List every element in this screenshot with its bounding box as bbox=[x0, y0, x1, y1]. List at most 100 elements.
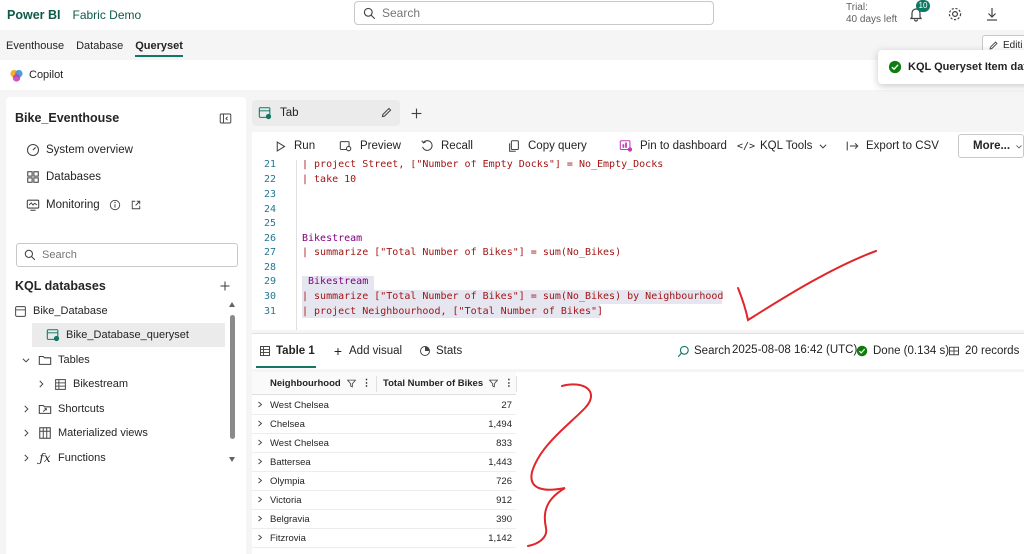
table-row[interactable]: Fitzrovia 1,142 bbox=[252, 529, 516, 548]
kql-tools-label: KQL Tools bbox=[760, 140, 813, 152]
recall-button[interactable]: Recall bbox=[419, 134, 473, 158]
plus-icon[interactable] bbox=[219, 280, 231, 292]
more-vertical-icon[interactable]: ⋮ bbox=[504, 378, 514, 389]
code-line: 31 | project Neighbourhood, ["Total Numbe… bbox=[263, 306, 604, 317]
chevron-right-icon[interactable] bbox=[21, 453, 31, 463]
chevron-right-icon[interactable] bbox=[256, 438, 264, 447]
copy-query-button[interactable]: Copy query bbox=[506, 134, 587, 158]
results-tab-label: Table 1 bbox=[276, 345, 315, 357]
sidebar-item-monitoring[interactable]: Monitoring bbox=[26, 198, 142, 212]
global-search-input[interactable] bbox=[382, 6, 682, 20]
table-icon bbox=[54, 378, 66, 390]
copilot-icon[interactable] bbox=[9, 68, 24, 83]
recall-label: Recall bbox=[441, 140, 473, 152]
tree-item-functions[interactable]: ƒx Functions bbox=[20, 447, 106, 469]
chevron-right-icon[interactable] bbox=[256, 533, 264, 542]
sidebar-search-input[interactable] bbox=[42, 249, 222, 261]
more-button[interactable]: More... bbox=[958, 134, 1024, 158]
play-icon bbox=[276, 140, 286, 152]
table-row[interactable]: Victoria 912 bbox=[252, 491, 516, 510]
trial-status[interactable]: Trial: 40 days left bbox=[846, 2, 897, 26]
chevron-right-icon[interactable] bbox=[256, 457, 264, 466]
preview-button[interactable]: Preview bbox=[338, 134, 401, 158]
column-header-label: Neighbourhood bbox=[270, 378, 341, 389]
nav-tab-queryset[interactable]: Queryset bbox=[135, 36, 183, 57]
editor-gutter-divider bbox=[296, 160, 297, 330]
filter-icon[interactable] bbox=[489, 379, 499, 388]
query-tab[interactable]: Tab bbox=[252, 100, 400, 126]
table-row[interactable]: Olympia 726 bbox=[252, 472, 516, 491]
workspace-name[interactable]: Fabric Demo bbox=[73, 8, 142, 22]
nav-tab-database[interactable]: Database bbox=[76, 36, 123, 56]
info-icon[interactable] bbox=[109, 199, 121, 211]
scroll-up-icon[interactable] bbox=[228, 301, 236, 309]
column-divider[interactable] bbox=[516, 376, 517, 392]
table-row[interactable]: Battersea 1,443 bbox=[252, 453, 516, 472]
code-line: 22 | take 10 bbox=[263, 174, 357, 185]
chevron-right-icon[interactable] bbox=[256, 495, 264, 504]
column-divider[interactable] bbox=[376, 376, 377, 392]
chevron-right-icon[interactable] bbox=[256, 419, 264, 428]
query-editor[interactable]: 21 | project Street, ["Number of Empty Do… bbox=[252, 160, 1024, 330]
copilot-label[interactable]: Copilot bbox=[29, 69, 63, 81]
add-visual-button[interactable]: + Add visual bbox=[331, 343, 402, 359]
cell-total-bikes: 1,494 bbox=[488, 419, 512, 430]
chevron-right-icon[interactable] bbox=[21, 428, 31, 438]
sidebar-item-databases[interactable]: Databases bbox=[26, 170, 101, 184]
tree-item-tables[interactable]: Tables bbox=[20, 349, 90, 371]
column-header-total-bikes[interactable]: Total Number of Bikes ⋮ bbox=[383, 378, 514, 389]
cell-neighbourhood: Belgravia bbox=[270, 514, 310, 525]
pencil-icon bbox=[989, 40, 998, 50]
table-row[interactable]: West Chelsea 27 bbox=[252, 396, 516, 415]
tree-item-database[interactable]: Bike_Database bbox=[13, 300, 108, 322]
chevron-right-icon[interactable] bbox=[36, 379, 46, 389]
results-bar: Table 1 + Add visual Stats Search 2025-0… bbox=[252, 333, 1024, 369]
settings-button[interactable] bbox=[945, 4, 965, 24]
tree-item-shortcuts[interactable]: Shortcuts bbox=[20, 398, 104, 420]
table-row[interactable]: West Chelsea 833 bbox=[252, 434, 516, 453]
chevron-right-icon[interactable] bbox=[256, 400, 264, 409]
timestamp-text: 2025-08-08 16:42 (UTC) bbox=[732, 344, 858, 356]
plus-icon: + bbox=[333, 343, 343, 359]
nav-tab-eventhouse[interactable]: Eventhouse bbox=[6, 36, 64, 56]
pin-to-dashboard-button[interactable]: Pin to dashboard bbox=[618, 134, 727, 158]
run-button[interactable]: Run bbox=[272, 134, 315, 158]
more-vertical-icon[interactable]: ⋮ bbox=[362, 378, 372, 389]
chevron-right-icon[interactable] bbox=[256, 476, 264, 485]
collapse-panel-icon[interactable] bbox=[219, 112, 232, 125]
column-header-neighbourhood[interactable]: Neighbourhood ⋮ bbox=[270, 378, 371, 389]
results-tab-stats[interactable]: Stats bbox=[418, 344, 462, 358]
results-grid: Neighbourhood ⋮ Total Number of Bikes ⋮ … bbox=[252, 372, 1024, 554]
app-brand[interactable]: Power BI bbox=[7, 8, 61, 22]
scroll-down-icon[interactable] bbox=[228, 455, 236, 463]
sidebar-scroll-thumb[interactable] bbox=[230, 315, 235, 439]
results-tab-table-1[interactable]: Table 1 bbox=[258, 344, 315, 358]
chevron-right-icon[interactable] bbox=[21, 404, 31, 414]
sidebar-item-system-overview[interactable]: System overview bbox=[26, 143, 133, 157]
run-label: Run bbox=[294, 140, 316, 152]
queryset-icon bbox=[258, 107, 272, 120]
table-row[interactable]: Belgravia 390 bbox=[252, 510, 516, 529]
tree-item-bikestream[interactable]: Bikestream bbox=[35, 373, 128, 395]
grid-header: Neighbourhood ⋮ Total Number of Bikes ⋮ bbox=[252, 372, 516, 395]
export-csv-button[interactable]: Export to CSV bbox=[844, 134, 939, 158]
sidebar-search[interactable] bbox=[16, 243, 238, 267]
global-search[interactable] bbox=[354, 1, 714, 25]
table-row[interactable]: Chelsea 1,494 bbox=[252, 415, 516, 434]
copy-icon bbox=[509, 140, 519, 152]
explorer-sidebar: Bike_Eventhouse System overview Database… bbox=[6, 97, 246, 554]
notification-count-badge: 10 bbox=[916, 0, 930, 12]
plus-icon[interactable] bbox=[410, 107, 423, 120]
notification-toast[interactable]: KQL Queryset Item data bbox=[878, 50, 1024, 84]
pin-label: Pin to dashboard bbox=[640, 140, 727, 152]
tree-item-materialized-views[interactable]: Materialized views bbox=[20, 422, 148, 444]
filter-icon[interactable] bbox=[346, 379, 356, 388]
results-search-button[interactable]: Search bbox=[676, 344, 730, 358]
chevron-right-icon[interactable] bbox=[256, 514, 264, 523]
pencil-icon[interactable] bbox=[380, 106, 393, 119]
kql-tools-button[interactable]: </> KQL Tools bbox=[737, 134, 828, 158]
external-link-icon[interactable] bbox=[130, 199, 142, 211]
chevron-down-icon[interactable] bbox=[21, 355, 31, 365]
tree-item-queryset[interactable]: Bike_Database_queryset bbox=[46, 324, 189, 346]
download-button[interactable] bbox=[982, 4, 1002, 24]
